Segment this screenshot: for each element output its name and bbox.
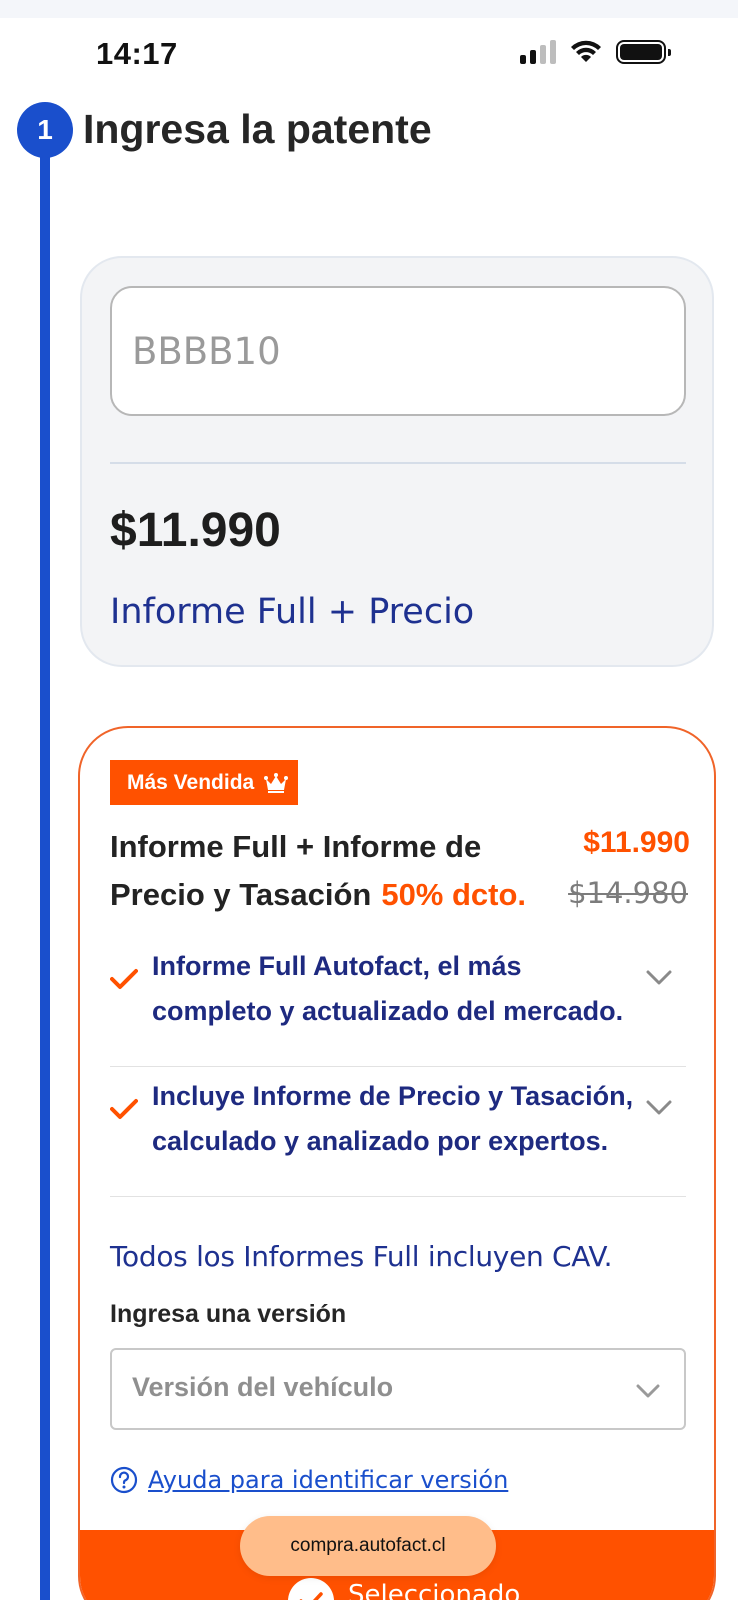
cellular-signal-icon bbox=[520, 40, 556, 64]
selected-price: $11.990 bbox=[110, 503, 281, 558]
offer-card[interactable]: Más Vendida Informe Full + Informe de Pr… bbox=[78, 726, 716, 1600]
selected-check-circle bbox=[288, 1578, 334, 1600]
check-icon bbox=[110, 1098, 138, 1120]
version-help[interactable]: Ayuda para identificar versión bbox=[110, 1466, 508, 1494]
divider bbox=[110, 462, 686, 464]
divider bbox=[110, 1196, 686, 1197]
check-icon bbox=[110, 968, 138, 990]
chevron-down-icon[interactable] bbox=[646, 1100, 672, 1116]
discount-label: 50% dcto. bbox=[381, 877, 526, 912]
version-placeholder: Versión del vehículo bbox=[132, 1372, 393, 1403]
status-time: 14:17 bbox=[96, 36, 178, 72]
selected-label: Seleccionado bbox=[348, 1580, 520, 1600]
wifi-icon bbox=[570, 40, 602, 64]
plate-card: $11.990 Informe Full + Precio bbox=[80, 256, 714, 667]
browser-url-pill[interactable]: compra.autofact.cl bbox=[240, 1516, 496, 1576]
feature-text: Informe Full Autofact, el más completo y… bbox=[152, 944, 642, 1034]
version-help-link[interactable]: Ayuda para identificar versión bbox=[148, 1466, 508, 1494]
step-title: Ingresa la patente bbox=[83, 106, 432, 153]
offer-original-price: $14.980 bbox=[568, 876, 688, 910]
chevron-down-icon bbox=[636, 1384, 660, 1398]
best-seller-badge: Más Vendida bbox=[110, 760, 298, 805]
selected-plan-name: Informe Full + Precio bbox=[110, 592, 474, 632]
feature-item[interactable]: Informe Full Autofact, el más completo y… bbox=[110, 944, 686, 1072]
version-label: Ingresa una versión bbox=[110, 1300, 346, 1329]
chevron-down-icon[interactable] bbox=[646, 970, 672, 986]
feature-item[interactable]: Incluye Informe de Precio y Tasación, ca… bbox=[110, 1074, 686, 1202]
status-bar: 14:17 bbox=[0, 18, 738, 90]
top-strip bbox=[0, 0, 738, 18]
license-plate-input[interactable] bbox=[110, 286, 686, 416]
feature-text: Incluye Informe de Precio y Tasación, ca… bbox=[152, 1074, 642, 1164]
offer-title: Informe Full + Informe de Precio y Tasac… bbox=[110, 823, 550, 919]
step-progress-line bbox=[40, 120, 50, 1600]
cav-note: Todos los Informes Full incluyen CAV. bbox=[110, 1240, 612, 1273]
status-icons bbox=[520, 40, 666, 64]
crown-icon bbox=[264, 773, 288, 793]
divider bbox=[110, 1066, 686, 1067]
offer-price: $11.990 bbox=[583, 826, 690, 860]
version-select[interactable]: Versión del vehículo bbox=[110, 1348, 686, 1430]
question-circle-icon bbox=[110, 1466, 138, 1494]
badge-label: Más Vendida bbox=[127, 771, 254, 795]
check-icon bbox=[299, 1591, 323, 1600]
battery-icon bbox=[616, 40, 666, 64]
step-number-badge: 1 bbox=[17, 102, 73, 158]
